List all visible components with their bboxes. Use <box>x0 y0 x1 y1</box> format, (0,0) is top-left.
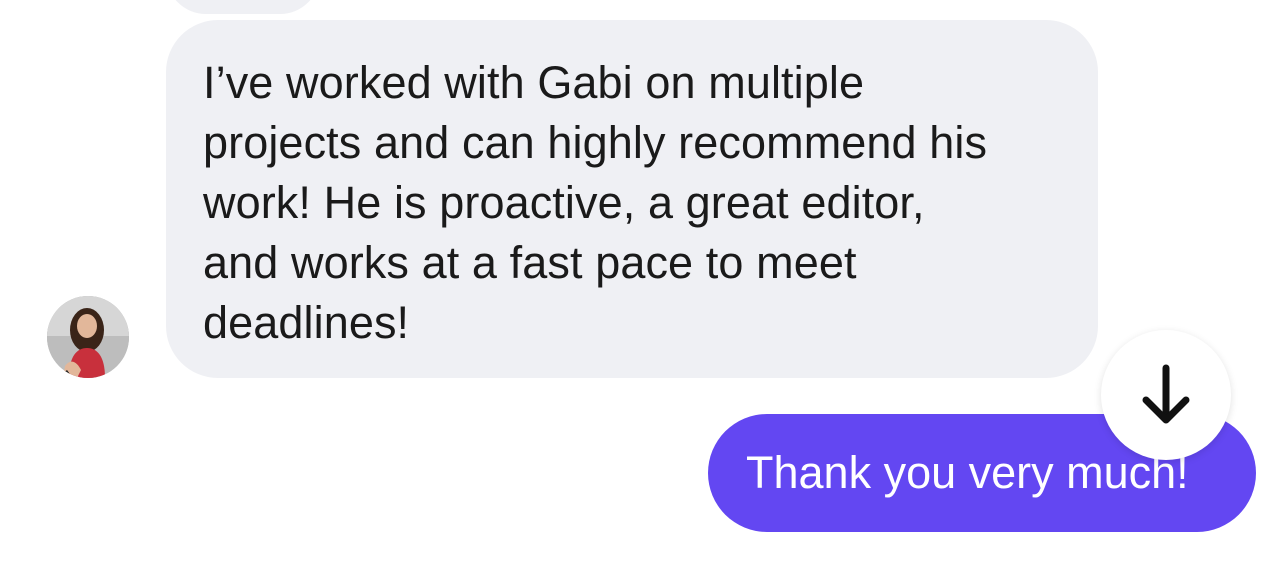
chat-thread: I’ve worked with Gabi on multiple projec… <box>0 0 1280 567</box>
incoming-message-row: I’ve worked with Gabi on multiple projec… <box>0 20 1280 380</box>
sender-avatar[interactable] <box>47 296 129 378</box>
avatar-photo-icon <box>47 296 129 378</box>
incoming-message-bubble[interactable]: I’ve worked with Gabi on multiple projec… <box>166 20 1098 378</box>
scroll-to-bottom-button[interactable] <box>1101 330 1231 460</box>
arrow-down-icon <box>1142 364 1190 424</box>
incoming-message-text: I’ve worked with Gabi on multiple projec… <box>203 57 988 348</box>
previous-message-bubble <box>166 0 320 14</box>
outgoing-message-text: Thank you very much! <box>746 447 1189 498</box>
